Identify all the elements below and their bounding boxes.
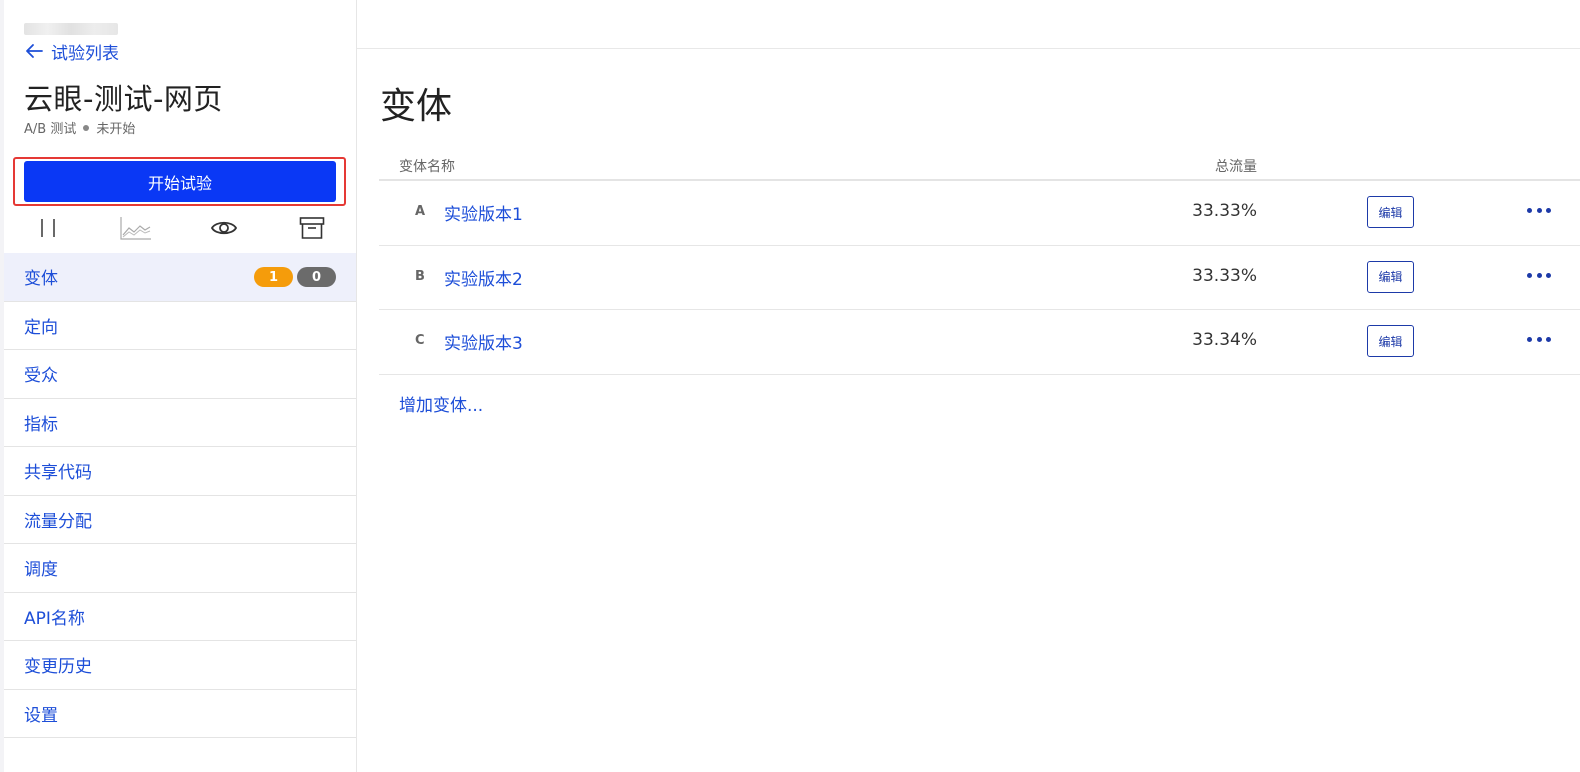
variant-letter: B: [415, 268, 425, 284]
table-row: C 实验版本3 33.34% 编辑: [379, 310, 1580, 375]
variant-traffic: 33.34%: [1192, 330, 1257, 350]
variant-name-link[interactable]: 实验版本3: [444, 329, 523, 354]
sidebar-item-label: 受众: [24, 366, 58, 387]
variant-traffic: 33.33%: [1192, 201, 1257, 221]
more-options-icon[interactable]: [1527, 208, 1551, 216]
column-header-variant-name: 变体名称: [399, 159, 455, 175]
eye-icon[interactable]: [180, 210, 268, 246]
sidebar-item-targeting[interactable]: 定向: [4, 302, 356, 350]
top-bar: [357, 0, 1580, 49]
sidebar-item-label: 指标: [24, 414, 58, 435]
add-variant-link[interactable]: 增加变体...: [399, 391, 483, 416]
experiment-action-icons: [4, 210, 356, 246]
sidebar-item-metrics[interactable]: 指标: [4, 399, 356, 447]
variants-table: 变体名称 总流量 A 实验版本1 33.33% 编辑 B 实验版本2 33.33…: [379, 150, 1580, 375]
count-badge-orange: 1: [254, 267, 293, 287]
start-experiment-button[interactable]: 开始试验: [24, 161, 336, 202]
sidebar-item-api-name[interactable]: API名称: [4, 593, 356, 641]
separator-dot: [83, 124, 90, 131]
experiment-type: A/B 测试: [24, 122, 77, 137]
edit-button[interactable]: 编辑: [1367, 260, 1414, 293]
table-row: A 实验版本1 33.33% 编辑: [379, 181, 1580, 246]
archive-icon[interactable]: [268, 210, 356, 246]
blurred-breadcrumb: [24, 23, 118, 35]
table-header: 变体名称 总流量: [379, 150, 1580, 181]
sidebar-item-label: 流量分配: [24, 511, 92, 532]
sidebar-item-variants[interactable]: 变体 1 0: [4, 253, 356, 302]
pause-icon[interactable]: [4, 210, 92, 246]
table-row: B 实验版本2 33.33% 编辑: [379, 246, 1580, 310]
sidebar-item-settings[interactable]: 设置: [4, 690, 356, 738]
experiment-meta: A/B 测试 未开始: [24, 118, 135, 137]
back-link-label: 试验列表: [51, 43, 119, 64]
sidebar-item-label: 设置: [24, 705, 58, 726]
arrow-left-icon: [24, 42, 44, 60]
sidebar-item-change-history[interactable]: 变更历史: [4, 641, 356, 690]
variant-name-link[interactable]: 实验版本2: [444, 265, 523, 290]
sidebar: 试验列表 云眼-测试-网页 A/B 测试 未开始 开始试验 变体 1 0 定向 …: [0, 0, 357, 772]
sidebar-item-label: 变体: [24, 269, 58, 290]
chart-icon[interactable]: [92, 210, 180, 246]
variant-letter: A: [415, 204, 426, 219]
sidebar-item-traffic-allocation[interactable]: 流量分配: [4, 496, 356, 544]
more-options-icon[interactable]: [1527, 272, 1551, 281]
variant-traffic: 33.33%: [1192, 265, 1257, 286]
column-header-total-traffic: 总流量: [1215, 159, 1257, 175]
back-to-experiment-list-link[interactable]: 试验列表: [24, 40, 119, 64]
sidebar-item-label: 调度: [24, 560, 58, 581]
experiment-status: 未开始: [96, 122, 136, 137]
variant-name-link[interactable]: 实验版本1: [444, 200, 523, 225]
sidebar-item-shared-code[interactable]: 共享代码: [4, 447, 356, 496]
sidebar-item-label: 变更历史: [24, 657, 92, 678]
sidebar-item-audience[interactable]: 受众: [4, 350, 356, 399]
edit-button[interactable]: 编辑: [1367, 325, 1414, 357]
sidebar-item-label: 共享代码: [24, 463, 92, 484]
count-badge-gray: 0: [297, 267, 336, 287]
variant-badges: 1 0: [254, 267, 336, 287]
sidebar-item-schedule[interactable]: 调度: [4, 544, 356, 593]
experiment-title: 云眼-测试-网页: [24, 82, 223, 116]
start-button-highlight: 开始试验: [13, 157, 346, 206]
edit-button[interactable]: 编辑: [1367, 196, 1414, 228]
sidebar-nav: 变体 1 0 定向 受众 指标 共享代码 流量分配 调度 API名称 变更历史 …: [4, 253, 356, 738]
variant-letter: C: [415, 333, 425, 348]
sidebar-item-label: 定向: [24, 317, 58, 338]
sidebar-item-label: API名称: [24, 608, 85, 629]
more-options-icon[interactable]: [1527, 337, 1551, 345]
page-title: 变体: [380, 86, 453, 127]
